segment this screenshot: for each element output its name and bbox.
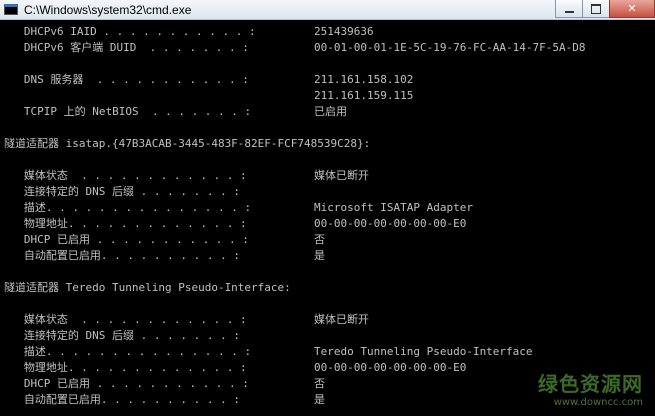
console-line-value: 媒体已断开 [314, 313, 369, 326]
console-line-value: 是 [314, 249, 325, 262]
console-line-label: 自动配置已启用. . . . . . . . . . : [4, 249, 247, 262]
watermark-url: www.downcc.com [553, 397, 643, 408]
close-icon: ✕ [627, 2, 637, 15]
console-line-value: 媒体已断开 [314, 169, 369, 182]
console-line-label: DHCPv6 IAID . . . . . . . . . . . : [4, 25, 263, 38]
console-line-value: 251439636 [314, 25, 374, 38]
console-line-label: 描述. . . . . . . . . . . . . . . : [4, 201, 258, 214]
console-line-label: DNS 服务器 . . . . . . . . . . . : [4, 73, 256, 86]
window-title: C:\Windows\system32\cmd.exe [24, 2, 192, 17]
console-line-value: 00-00-00-00-00-00-00-E0 [314, 361, 467, 374]
console-line-label: 描述. . . . . . . . . . . . . . . : [4, 345, 258, 358]
console-line-label: 媒体状态 . . . . . . . . . . . . : [4, 169, 254, 182]
console-line-value: 00-01-00-01-1E-5C-19-76-FC-AA-14-7F-5A-D… [314, 41, 586, 54]
watermark: 绿色资源网 www.downcc.com [538, 368, 643, 408]
minimize-button[interactable] [555, 0, 582, 18]
console-line-label: 连接特定的 DNS 后缀 . . . . . . . : [4, 185, 247, 198]
console-line-label: DHCPv6 客户端 DUID . . . . . . . : [4, 41, 256, 54]
console-line-label: 媒体状态 . . . . . . . . . . . . : [4, 313, 254, 326]
console-line-label: 连接特定的 DNS 后缀 . . . . . . . : [4, 329, 247, 342]
watermark-text: 绿色资源网 [538, 372, 643, 396]
cmd-icon[interactable] [4, 4, 18, 15]
maximize-icon [591, 3, 601, 14]
console-line-value: 00-00-00-00-00-00-00-E0 [314, 217, 467, 230]
console-line-value: 211.161.158.102 [314, 73, 414, 86]
console-line-label: 隧道适配器 Teredo Tunneling Pseudo-Interface: [4, 281, 291, 294]
console-line-value: Microsoft ISATAP Adapter [314, 201, 473, 214]
console-line-value: 否 [314, 233, 325, 246]
minimize-icon [564, 10, 574, 13]
console-line-label: DHCP 已启用 . . . . . . . . . . . : [4, 377, 256, 390]
console-line-value: 已启用 [314, 105, 347, 118]
console-output[interactable]: DHCPv6 IAID . . . . . . . . . . . : 2514… [0, 20, 655, 416]
maximize-button[interactable] [582, 0, 609, 18]
console-line-value: 211.161.159.115 [314, 89, 414, 102]
console-line-label: 物理地址. . . . . . . . . . . . . : [4, 361, 254, 374]
console-line-value: Teredo Tunneling Pseudo-Interface [314, 345, 533, 358]
console-line-value: 是 [314, 393, 325, 406]
console-line-label: DHCP 已启用 . . . . . . . . . . . : [4, 233, 256, 246]
title-bar[interactable]: C:\Windows\system32\cmd.exe ✕ [0, 0, 655, 20]
console-line-value: 否 [314, 377, 325, 390]
close-button[interactable]: ✕ [609, 0, 655, 18]
console-line-label: 隧道适配器 isatap.{47B3ACAB-3445-483F-82EF-FC… [4, 137, 371, 150]
window-controls: ✕ [555, 0, 655, 18]
console-line-label: TCPIP 上的 NetBIOS . . . . . . . : [4, 105, 258, 118]
console-line-label: 自动配置已启用. . . . . . . . . . : [4, 393, 247, 406]
console-line-label: 物理地址. . . . . . . . . . . . . : [4, 217, 254, 230]
